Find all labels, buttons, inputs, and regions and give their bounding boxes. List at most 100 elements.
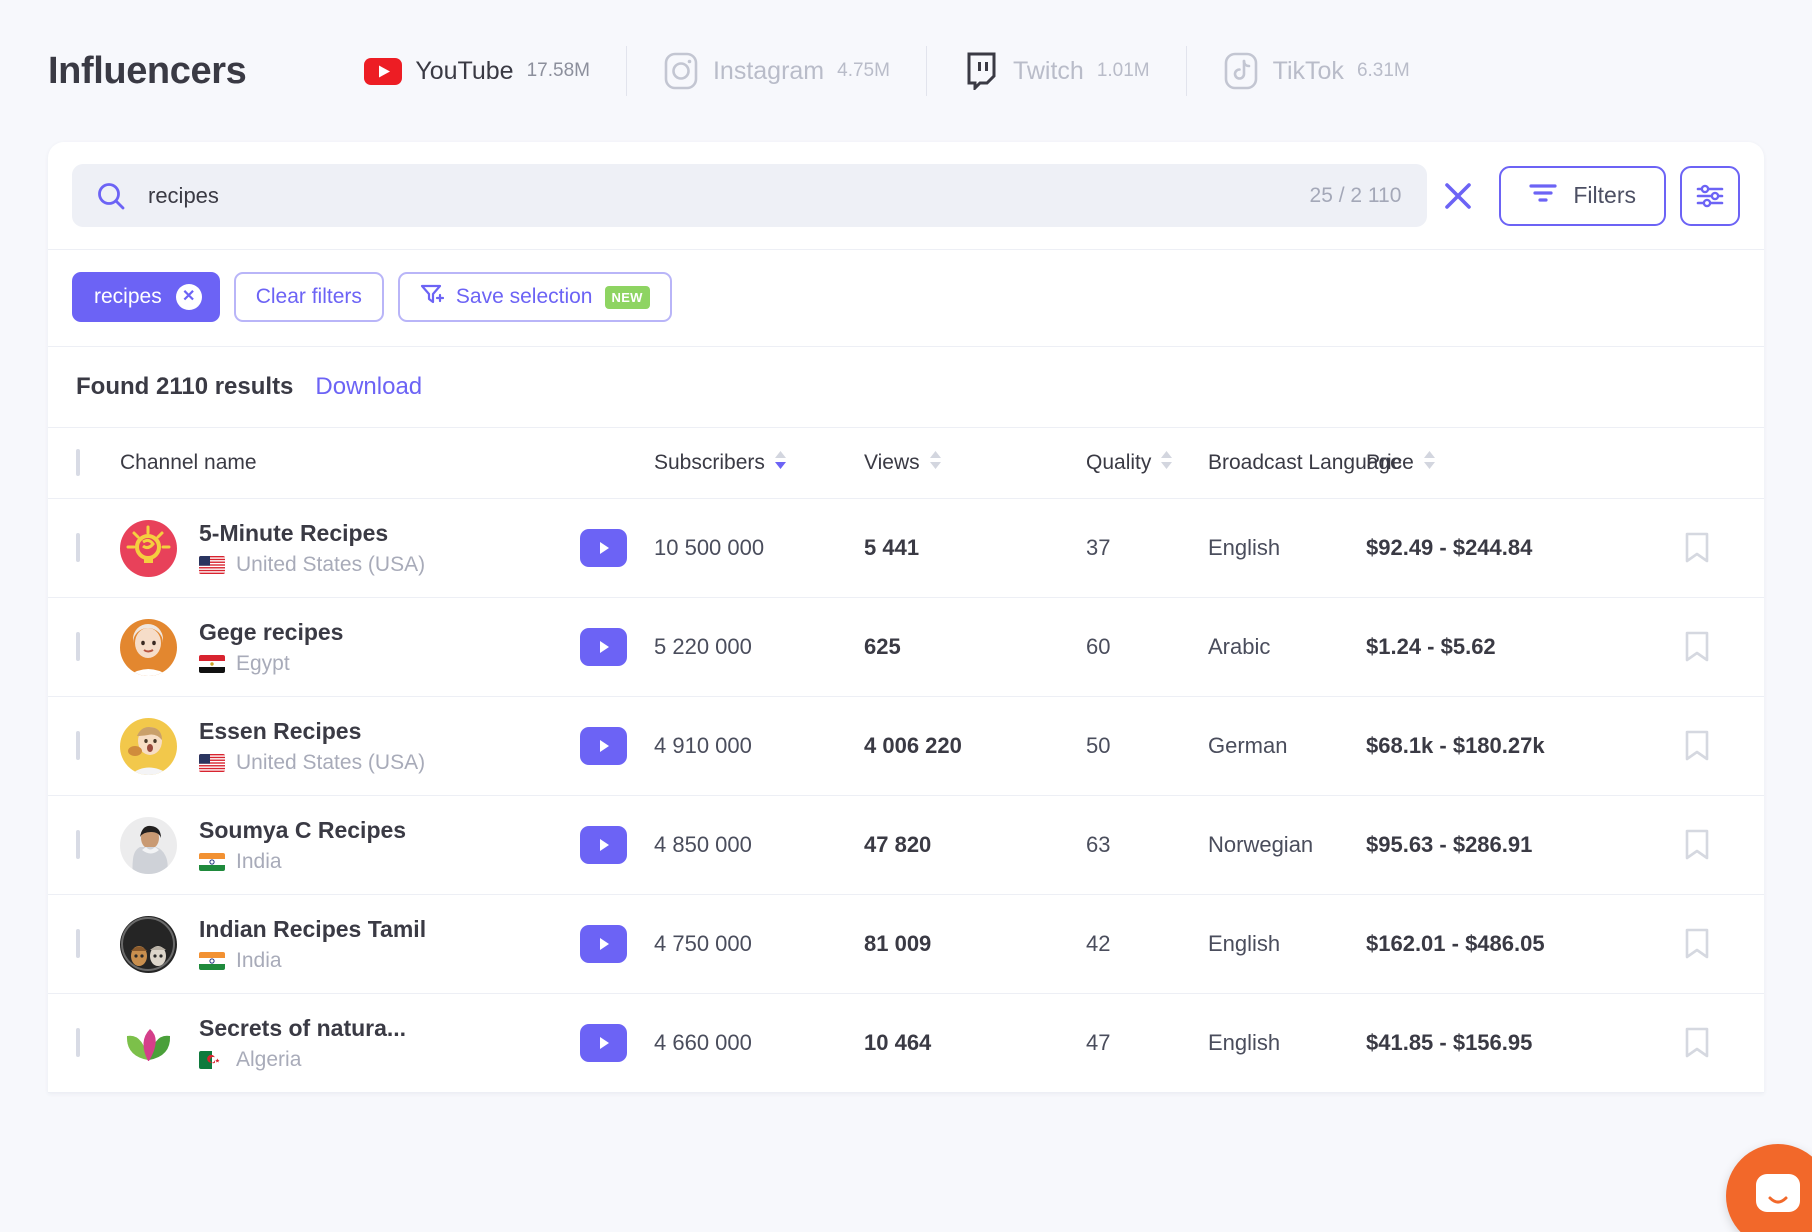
channel-cell: Gege recipes Egypt xyxy=(120,597,580,697)
table-row[interactable]: 5-Minute Recipes United States (USA) 10 … xyxy=(48,498,1764,598)
platform-count-instagram: 4.75M xyxy=(837,60,890,81)
table-row[interactable]: Secrets of natura... Algeria 4 660 000 1… xyxy=(48,993,1764,1093)
row-checkbox[interactable] xyxy=(76,632,80,661)
bookmark-icon[interactable] xyxy=(1666,1027,1764,1059)
funnel-plus-icon xyxy=(420,282,445,312)
header-quality[interactable]: Quality xyxy=(1086,427,1208,499)
chat-support-button[interactable] xyxy=(1726,1144,1812,1232)
table-row[interactable]: Essen Recipes United States (USA) 4 910 … xyxy=(48,696,1764,796)
platform-tab-instagram[interactable]: Instagram 4.75M xyxy=(626,52,926,90)
channel-country: India xyxy=(236,948,282,972)
bookmark-cell xyxy=(1666,696,1764,796)
subscribers-cell: 4 850 000 xyxy=(654,795,864,895)
table-head: Channel name Subscribers Views Quality B… xyxy=(48,427,1764,499)
price-cell: $1.24 - $5.62 xyxy=(1366,597,1666,697)
views-cell: 625 xyxy=(864,597,1086,697)
table-header-row: Channel name Subscribers Views Quality B… xyxy=(48,427,1764,499)
save-selection-label: Save selection xyxy=(455,285,593,308)
eg-flag xyxy=(199,654,225,673)
save-selection-button[interactable]: Save selection NEW xyxy=(397,272,672,322)
channel-country: United States (USA) xyxy=(236,750,426,774)
platform-tab-twitch[interactable]: Twitch 1.01M xyxy=(926,52,1186,90)
play-button[interactable] xyxy=(580,529,627,567)
bookmark-cell xyxy=(1666,795,1764,895)
play-icon xyxy=(599,938,609,950)
header-views[interactable]: Views xyxy=(864,427,1086,499)
play-cell xyxy=(580,795,654,895)
platform-tab-youtube[interactable]: YouTube 17.58M xyxy=(328,52,626,90)
search-row: 25 / 2 110 Filters xyxy=(48,142,1764,249)
price-cell: $92.49 - $244.84 xyxy=(1366,498,1666,598)
channel-cell: Soumya C Recipes India xyxy=(120,795,580,895)
search-box[interactable]: 25 / 2 110 xyxy=(72,164,1428,227)
header-channel-name[interactable]: Channel name xyxy=(120,427,580,499)
chat-bubble-icon xyxy=(1756,1174,1800,1212)
avatar xyxy=(120,717,177,775)
language-cell: Norwegian xyxy=(1208,795,1366,895)
channel-cell: Secrets of natura... Algeria xyxy=(120,993,580,1093)
bookmark-icon[interactable] xyxy=(1666,532,1764,564)
search-input[interactable] xyxy=(148,182,1310,209)
row-select-cell xyxy=(48,795,120,895)
instagram-icon xyxy=(662,52,700,90)
channel-name: Essen Recipes xyxy=(199,718,362,745)
table-row[interactable]: Soumya C Recipes India 4 850 000 47 820 … xyxy=(48,795,1764,895)
select-all-checkbox[interactable] xyxy=(76,449,80,476)
sort-icon-price[interactable] xyxy=(1423,450,1436,476)
channel-name: Soumya C Recipes xyxy=(199,817,407,844)
sort-icon-quality[interactable] xyxy=(1160,450,1173,476)
sliders-icon xyxy=(1696,184,1724,207)
play-button[interactable] xyxy=(580,925,627,963)
sort-icon-subscribers[interactable] xyxy=(774,450,787,476)
download-link[interactable]: Download xyxy=(315,373,422,401)
play-cell xyxy=(580,696,654,796)
row-checkbox[interactable] xyxy=(76,1028,80,1057)
influencers-card: 25 / 2 110 Filters recipes ✕ xyxy=(48,142,1764,1093)
bookmark-cell xyxy=(1666,498,1764,598)
views-cell: 10 464 xyxy=(864,993,1086,1093)
subscribers-cell: 10 500 000 xyxy=(654,498,864,598)
header-price[interactable]: Price xyxy=(1366,427,1666,499)
play-button[interactable] xyxy=(580,826,627,864)
chip-recipes[interactable]: recipes ✕ xyxy=(72,272,220,322)
bookmark-icon[interactable] xyxy=(1666,631,1764,663)
bookmark-icon[interactable] xyxy=(1666,829,1764,861)
filter-settings-button[interactable] xyxy=(1680,165,1740,226)
chip-remove-icon[interactable]: ✕ xyxy=(175,284,202,310)
clear-search-icon[interactable] xyxy=(1427,165,1489,227)
clear-filters-button[interactable]: Clear filters xyxy=(233,272,384,322)
sort-icon-views[interactable] xyxy=(929,450,942,476)
bookmark-icon[interactable] xyxy=(1666,730,1764,762)
twitch-icon xyxy=(962,52,1000,90)
row-checkbox[interactable] xyxy=(76,929,80,958)
row-checkbox[interactable] xyxy=(76,731,80,760)
row-checkbox[interactable] xyxy=(76,533,80,562)
filters-button[interactable]: Filters xyxy=(1499,165,1666,226)
bookmark-icon[interactable] xyxy=(1666,928,1764,960)
table-row[interactable]: Gege recipes Egypt 5 220 000 625 60 Arab… xyxy=(48,597,1764,697)
channel-country: Egypt xyxy=(236,651,290,675)
table-row[interactable]: Indian Recipes Tamil India 4 750 000 81 … xyxy=(48,894,1764,994)
price-cell: $95.63 - $286.91 xyxy=(1366,795,1666,895)
row-checkbox[interactable] xyxy=(76,830,80,859)
youtube-icon xyxy=(364,52,403,90)
avatar xyxy=(120,519,177,577)
row-select-cell xyxy=(48,597,120,697)
language-cell: English xyxy=(1208,498,1366,598)
views-cell: 4 006 220 xyxy=(864,696,1086,796)
play-button[interactable] xyxy=(580,628,627,666)
language-cell: Arabic xyxy=(1208,597,1366,697)
play-button[interactable] xyxy=(580,1024,627,1062)
header-subscribers-label: Subscribers xyxy=(654,451,765,474)
chip-recipes-label: recipes xyxy=(94,285,162,308)
page-title: Influencers xyxy=(48,49,247,92)
row-select-cell xyxy=(48,498,120,598)
play-button[interactable] xyxy=(580,727,627,765)
header-subscribers[interactable]: Subscribers xyxy=(654,427,864,499)
platform-tab-tiktok[interactable]: TikTok 6.31M xyxy=(1186,52,1446,90)
play-icon xyxy=(599,542,609,554)
platform-tabs: YouTube 17.58M Instagram 4.75M Twitch 1.… xyxy=(328,52,1445,90)
play-icon xyxy=(599,839,609,851)
channel-name: Indian Recipes Tamil xyxy=(199,916,427,943)
subscribers-cell: 4 750 000 xyxy=(654,894,864,994)
